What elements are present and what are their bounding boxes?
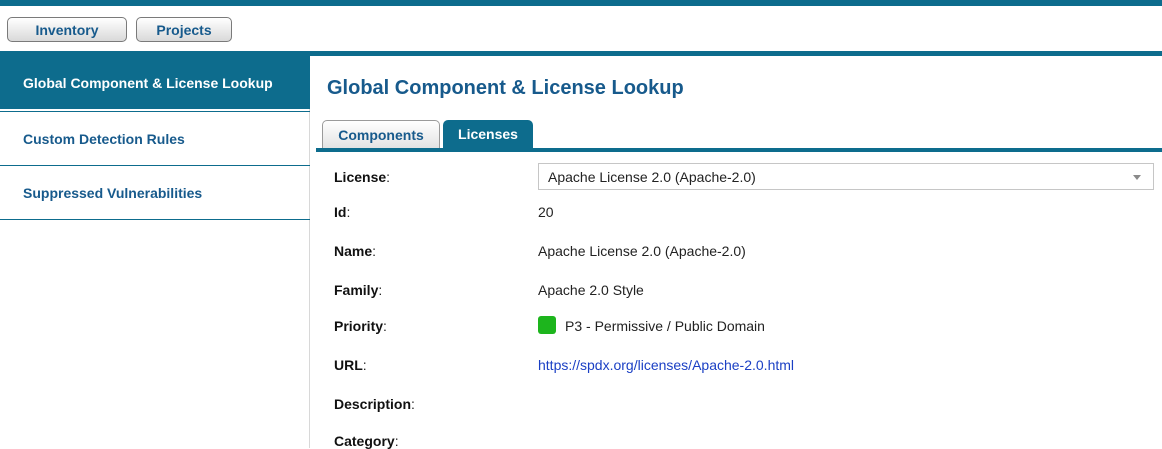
page-title: Global Component & License Lookup bbox=[327, 77, 684, 99]
sidebar: Global Component & License Lookup Custom… bbox=[0, 56, 310, 448]
id-label: Id: bbox=[334, 204, 351, 220]
tab-underline bbox=[316, 148, 1162, 152]
license-label: License: bbox=[334, 169, 391, 185]
tab-licenses[interactable]: Licenses bbox=[443, 120, 533, 148]
top-accent-bar bbox=[0, 0, 1162, 6]
url-value: https://spdx.org/licenses/Apache-2.0.htm… bbox=[538, 357, 794, 373]
inventory-button[interactable]: Inventory bbox=[7, 17, 127, 42]
category-label: Category: bbox=[334, 433, 399, 449]
priority-value: P3 - Permissive / Public Domain bbox=[565, 318, 765, 334]
sidebar-item-custom-detection-rules[interactable]: Custom Detection Rules bbox=[0, 112, 310, 166]
id-value: 20 bbox=[538, 204, 554, 220]
family-value: Apache 2.0 Style bbox=[538, 282, 644, 298]
chevron-down-icon bbox=[1133, 175, 1141, 180]
priority-label: Priority: bbox=[334, 318, 387, 334]
tab-components[interactable]: Components bbox=[322, 120, 440, 148]
license-url-link[interactable]: https://spdx.org/licenses/Apache-2.0.htm… bbox=[538, 357, 794, 373]
priority-color-swatch bbox=[538, 316, 556, 334]
sidebar-item-suppressed-vulnerabilities[interactable]: Suppressed Vulnerabilities bbox=[0, 166, 310, 220]
description-label: Description: bbox=[334, 396, 415, 412]
url-label: URL: bbox=[334, 357, 367, 373]
projects-button[interactable]: Projects bbox=[136, 17, 232, 42]
license-select[interactable]: Apache License 2.0 (Apache-2.0) bbox=[538, 163, 1154, 190]
name-value: Apache License 2.0 (Apache-2.0) bbox=[538, 243, 746, 259]
family-label: Family: bbox=[334, 282, 383, 298]
sidebar-item-global-lookup[interactable]: Global Component & License Lookup bbox=[0, 56, 310, 109]
name-label: Name: bbox=[334, 243, 377, 259]
license-select-value: Apache License 2.0 (Apache-2.0) bbox=[548, 168, 756, 185]
